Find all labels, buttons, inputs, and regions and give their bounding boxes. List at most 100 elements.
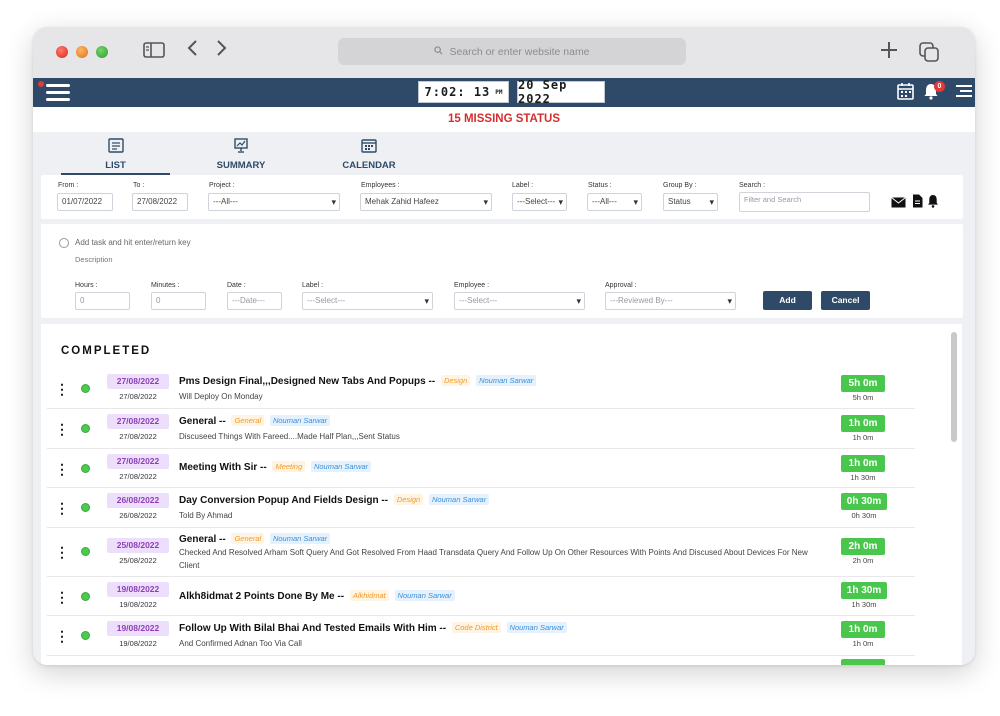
- task-duration-sub: 0h 30m: [851, 511, 877, 520]
- task-label-tag: General: [231, 415, 265, 426]
- label-filter-select[interactable]: ---Select---: [512, 193, 567, 211]
- missing-status-banner[interactable]: 15 MISSING STATUS: [33, 107, 975, 132]
- add-task-panel: Add task and hit enter/return key Descri…: [41, 224, 963, 318]
- description-input[interactable]: Description: [75, 255, 113, 264]
- task-row-partial[interactable]: [47, 656, 915, 665]
- task-row[interactable]: ⋮ 19/08/2022 19/08/2022 Follow Up With B…: [47, 616, 915, 656]
- sidebar-toggle-icon[interactable]: [143, 39, 165, 65]
- close-window-button[interactable]: [56, 46, 68, 58]
- employee-select[interactable]: ---Select---: [454, 292, 585, 310]
- group-by-select[interactable]: Status: [663, 193, 718, 211]
- alert-dot: [38, 81, 44, 87]
- project-select[interactable]: ---All---: [208, 193, 340, 211]
- search-icon: [434, 45, 443, 58]
- hours-label: Hours :: [75, 282, 98, 289]
- task-label-tag: Alkhidmat: [349, 590, 389, 601]
- approval-label: Approval :: [605, 282, 637, 289]
- date-display: 20 Sep 2022: [517, 78, 605, 106]
- back-icon[interactable]: [186, 37, 200, 65]
- from-label: From :: [58, 182, 79, 189]
- right-menu-icon[interactable]: [955, 83, 973, 105]
- label-filter-label: Label :: [512, 182, 534, 189]
- more-options-icon[interactable]: ⋮: [55, 382, 69, 396]
- to-date-input[interactable]: 27/08/2022: [132, 193, 188, 211]
- cancel-button[interactable]: Cancel: [821, 291, 870, 310]
- task-sub-date: 27/08/2022: [119, 472, 157, 481]
- minimize-window-button[interactable]: [76, 46, 88, 58]
- task-label-select[interactable]: ---Select---: [302, 292, 433, 310]
- approval-select[interactable]: ---Reviewed By---: [605, 292, 736, 310]
- task-title: Alkh8idmat 2 Points Done By Me --: [179, 591, 345, 602]
- task-radio[interactable]: [59, 238, 69, 248]
- status-label: Status :: [588, 182, 612, 189]
- task-row[interactable]: ⋮ 27/08/2022 27/08/2022 General -- Gener…: [47, 409, 915, 449]
- app-header: 7:02: 13 PM 20 Sep 2022 0: [33, 78, 975, 107]
- more-options-icon[interactable]: ⋮: [55, 462, 69, 476]
- presentation-icon: [191, 138, 291, 158]
- maximize-window-button[interactable]: [96, 46, 108, 58]
- task-sub-date: 19/08/2022: [119, 639, 157, 648]
- task-employee-tag: Nouman Sarwar: [476, 375, 537, 386]
- task-title-line: General -- General Nouman Sarwar: [179, 415, 331, 427]
- task-row[interactable]: ⋮ 26/08/2022 26/08/2022 Day Conversion P…: [47, 488, 915, 528]
- task-employee-tag: Nouman Sarwar: [506, 622, 567, 633]
- task-date: 27/08/2022: [107, 374, 169, 389]
- add-button[interactable]: Add: [763, 291, 812, 310]
- task-duration-sub: 2h 0m: [852, 556, 874, 565]
- date-input[interactable]: ---Date---: [227, 292, 282, 310]
- task-input[interactable]: Add task and hit enter/return key: [75, 238, 191, 247]
- notification-count: 0: [934, 81, 945, 92]
- task-row[interactable]: ⋮ 25/08/2022 25/08/2022 General -- Gener…: [47, 528, 915, 577]
- more-options-icon[interactable]: ⋮: [55, 422, 69, 436]
- task-employee-tag: Nouman Sarwar: [269, 415, 331, 426]
- more-options-icon[interactable]: ⋮: [55, 545, 69, 559]
- task-list: COMPLETED ⋮ 27/08/2022 27/08/2022 Pms De…: [41, 324, 962, 665]
- tab-list[interactable]: LIST: [61, 135, 170, 175]
- status-dot: [81, 547, 90, 556]
- from-date-input[interactable]: 01/07/2022: [57, 193, 113, 211]
- list-icon: [61, 138, 170, 158]
- filter-search-input[interactable]: Filter and Search: [739, 192, 870, 212]
- browser-window: Search or enter website name 7:02: 13 PM …: [33, 27, 975, 665]
- email-icon[interactable]: [891, 196, 906, 211]
- task-date: 19/08/2022: [107, 582, 169, 597]
- more-options-icon[interactable]: ⋮: [55, 501, 69, 515]
- task-duration-sub: 1h 30m: [850, 473, 876, 482]
- employees-select[interactable]: Mehak Zahid Hafeez: [360, 193, 492, 211]
- to-label: To :: [133, 182, 145, 189]
- tab-summary[interactable]: SUMMARY: [191, 135, 291, 175]
- minutes-input[interactable]: 0: [151, 292, 206, 310]
- bell-icon[interactable]: [927, 194, 939, 211]
- task-employee-tag: Nouman Sarwar: [269, 533, 331, 544]
- task-date: 27/08/2022: [107, 414, 169, 429]
- calendar-icon: [319, 138, 419, 158]
- more-options-icon[interactable]: ⋮: [55, 629, 69, 643]
- task-title-line: Pms Design Final,,,Designed New Tabs And…: [179, 375, 537, 387]
- scrollbar[interactable]: [951, 332, 957, 442]
- task-title: Follow Up With Bilal Bhai And Tested Ema…: [179, 623, 447, 634]
- task-title: Meeting With Sir --: [179, 462, 267, 473]
- task-date: 27/08/2022: [107, 454, 169, 469]
- task-label-tag: Design: [440, 375, 471, 386]
- document-icon[interactable]: [912, 194, 923, 211]
- task-row[interactable]: ⋮ 27/08/2022 27/08/2022 Pms Design Final…: [47, 369, 915, 409]
- hamburger-menu-icon[interactable]: [46, 84, 70, 102]
- calendar-icon[interactable]: [897, 82, 914, 104]
- status-dot: [81, 464, 90, 473]
- task-row[interactable]: ⋮ 19/08/2022 19/08/2022 Alkh8idmat 2 Poi…: [47, 577, 915, 616]
- forward-icon[interactable]: [214, 37, 228, 65]
- url-bar[interactable]: Search or enter website name: [338, 38, 686, 65]
- tab-calendar[interactable]: CALENDAR: [319, 135, 419, 175]
- task-duration: 2h 0m: [841, 538, 885, 555]
- url-placeholder: Search or enter website name: [449, 45, 590, 58]
- more-options-icon[interactable]: ⋮: [55, 590, 69, 604]
- project-label: Project :: [209, 182, 235, 189]
- new-tab-icon[interactable]: [878, 39, 900, 67]
- hours-input[interactable]: 0: [75, 292, 130, 310]
- tabs-overview-icon[interactable]: [918, 41, 940, 69]
- task-title-line: Alkh8idmat 2 Points Done By Me -- Alkhid…: [179, 590, 455, 602]
- task-row[interactable]: ⋮ 27/08/2022 27/08/2022 Meeting With Sir…: [47, 449, 915, 488]
- status-dot: [81, 384, 90, 393]
- status-select[interactable]: ---All---: [587, 193, 642, 211]
- task-label-label: Label :: [302, 282, 324, 289]
